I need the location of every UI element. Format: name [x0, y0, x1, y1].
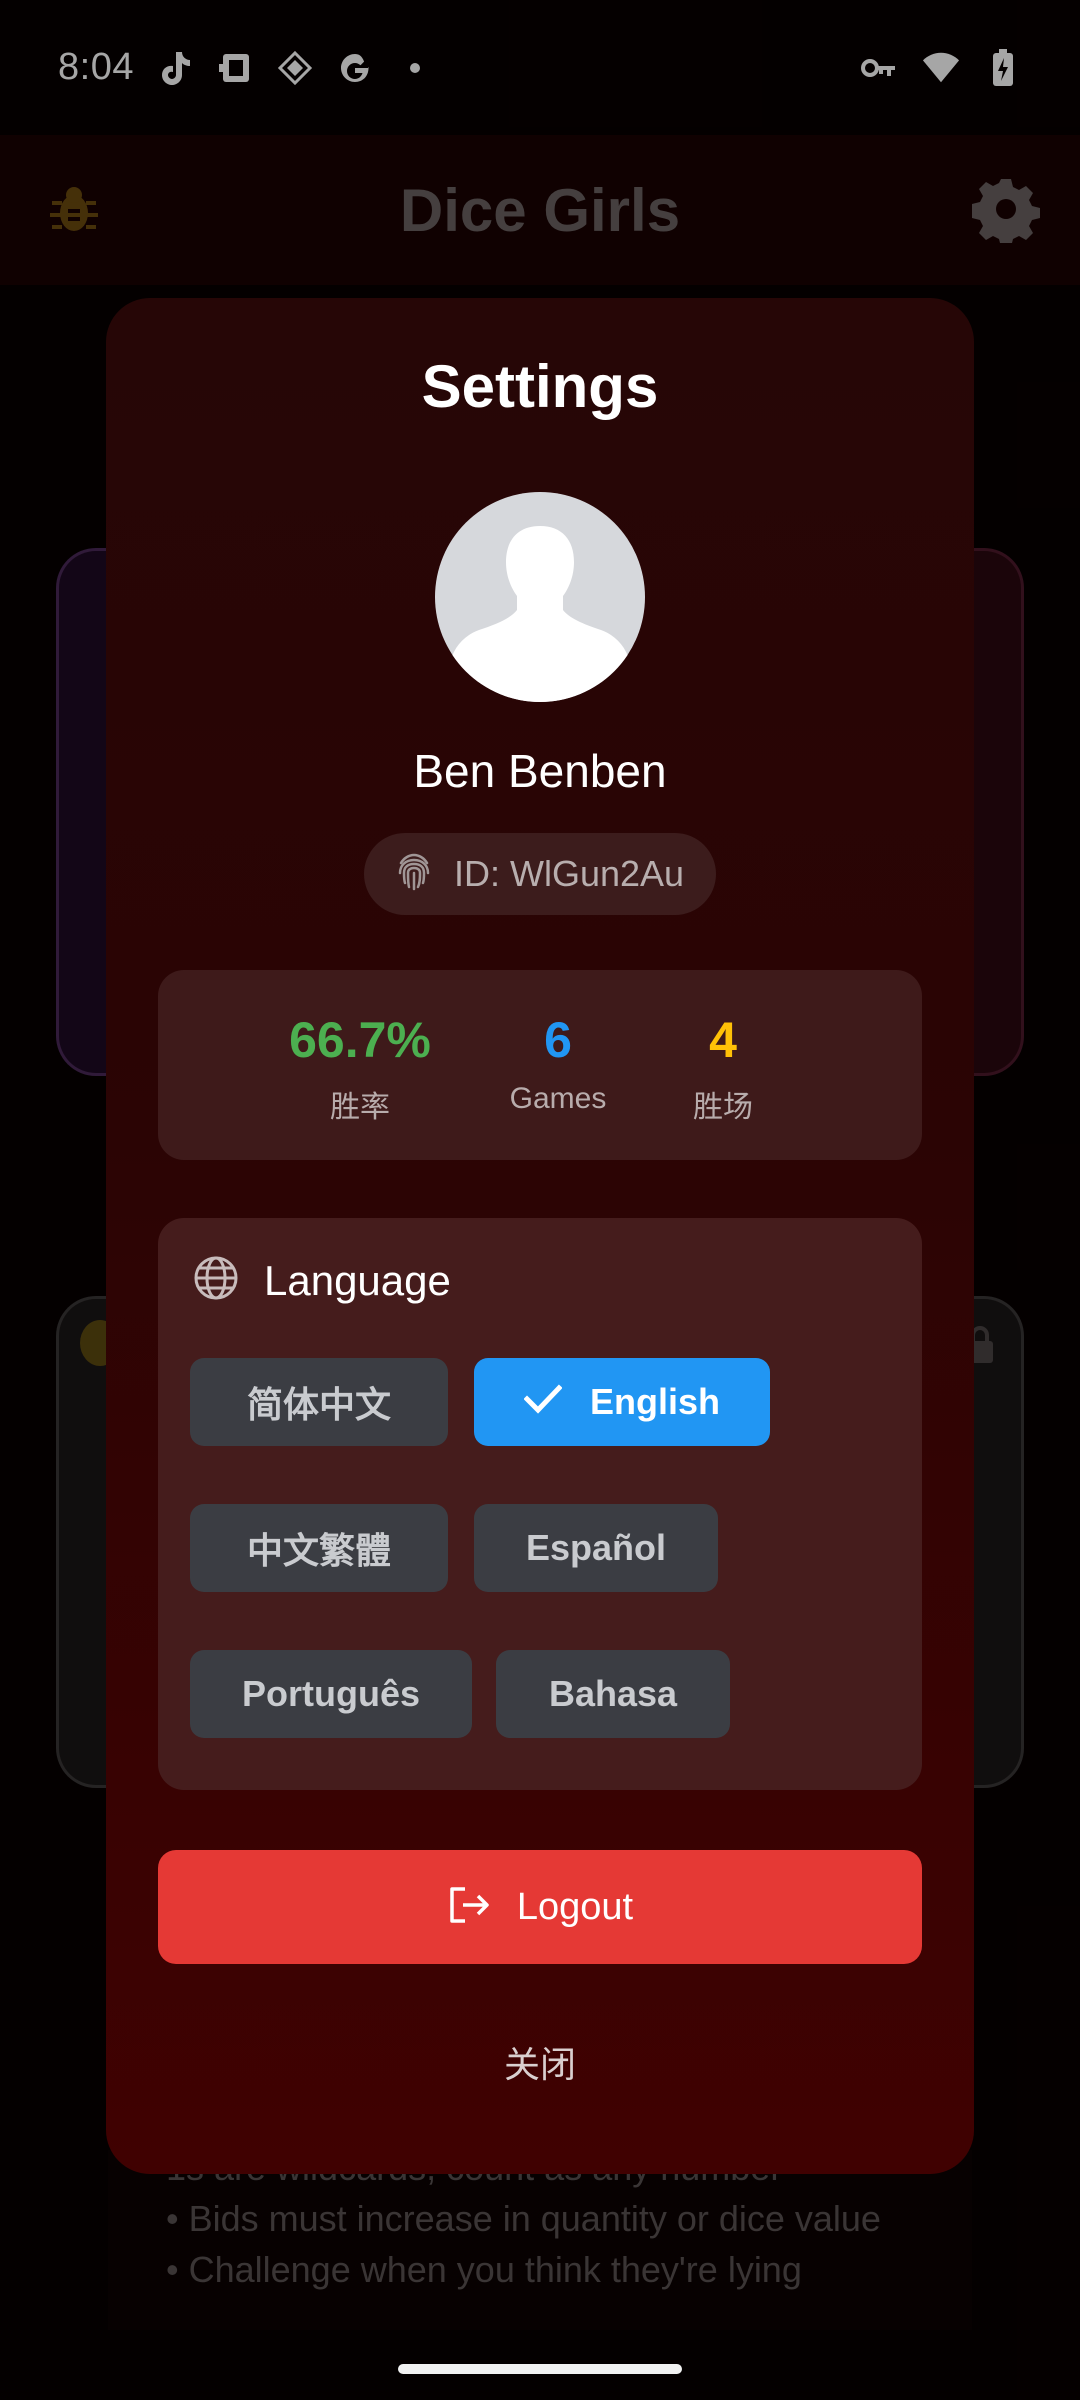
stat-games: 6 Games — [498, 1010, 618, 1116]
language-option-label: Bahasa — [548, 1673, 678, 1714]
stat-wins: 4 胜场 — [668, 1010, 778, 1126]
default-avatar-icon — [435, 492, 645, 702]
stat-games-label: Games — [509, 1082, 607, 1115]
dialog-title: Settings — [421, 353, 659, 420]
home-indicator[interactable] — [398, 2364, 682, 2374]
stat-wins-value: 4 — [709, 1012, 737, 1068]
user-id-text: ID: WlGun2Au — [454, 853, 685, 894]
language-option-spanish[interactable]: Español — [474, 1504, 718, 1592]
language-option-label: 简体中文 — [246, 1384, 391, 1425]
stat-win-rate: 66.7% 胜率 — [270, 1010, 450, 1126]
settings-dialog: Settings Ben Benben ID: WlGun2Au 66.7% 胜… — [106, 298, 974, 2174]
language-header: Language — [192, 1254, 451, 1307]
language-card: Language 简体中文 English 中文繁體 Español Portu… — [158, 1218, 922, 1790]
language-option-english[interactable]: English — [474, 1358, 770, 1446]
stats-card: 66.7% 胜率 6 Games 4 胜场 — [158, 970, 922, 1160]
fingerprint-icon — [396, 853, 432, 896]
globe-icon — [192, 1254, 240, 1307]
stat-wins-label: 胜场 — [693, 1091, 753, 1124]
language-option-portuguese[interactable]: Português — [190, 1650, 472, 1738]
stat-win-rate-label: 胜率 — [330, 1091, 390, 1124]
logout-label: Logout — [516, 1885, 634, 1928]
stat-win-rate-value: 66.7% — [289, 1012, 431, 1068]
language-option-label: English — [589, 1381, 720, 1422]
language-option-label: 中文繁體 — [246, 1530, 391, 1571]
close-button[interactable]: 关闭 — [440, 2032, 640, 2092]
logout-button[interactable]: Logout — [158, 1850, 922, 1964]
user-name: Ben Benben — [413, 745, 667, 797]
logout-icon — [447, 1885, 491, 1930]
language-option-label: Español — [525, 1527, 667, 1568]
language-title: Language — [264, 1256, 451, 1304]
language-option-bahasa[interactable]: Bahasa — [496, 1650, 730, 1738]
language-option-zh-hans[interactable]: 简体中文 — [190, 1358, 448, 1446]
language-option-zh-hant[interactable]: 中文繁體 — [190, 1504, 448, 1592]
user-id-chip[interactable]: ID: WlGun2Au — [364, 833, 716, 915]
checkmark-icon — [523, 1381, 563, 1423]
stat-games-value: 6 — [544, 1012, 572, 1068]
language-option-label: Português — [241, 1673, 420, 1714]
